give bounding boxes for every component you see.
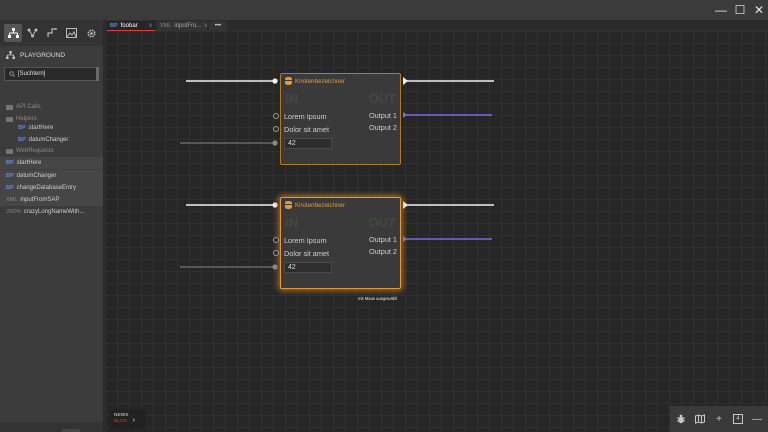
collapse-icon[interactable]: — xyxy=(749,411,765,427)
file-item[interactable]: BP startHere xyxy=(0,157,103,169)
search-icon xyxy=(9,71,15,77)
tab-prefix: XML xyxy=(160,23,172,29)
close-tab-icon[interactable]: x xyxy=(204,23,207,29)
value-field[interactable]: 42 xyxy=(284,138,332,149)
close-tab-icon[interactable]: x xyxy=(149,23,152,29)
playground-label: PLAYGROUND xyxy=(20,51,66,59)
input-2-label: Dolor sit amet xyxy=(284,249,330,258)
ghost-in-label: IN xyxy=(285,91,298,106)
zoom-level-button[interactable]: 4 xyxy=(730,411,746,427)
input-1-pin[interactable] xyxy=(273,113,279,119)
file-type-prefix: JSON xyxy=(6,209,21,215)
ghost-in-label: IN xyxy=(285,215,298,230)
sidebar-footer: ••• xyxy=(0,422,103,432)
output-2-label: Output 2 xyxy=(369,123,397,132)
news-blog-button[interactable]: NEWS BLOG › xyxy=(110,409,146,429)
tab-foobar[interactable]: BP foobar x xyxy=(107,21,155,31)
input-1-pin[interactable] xyxy=(273,237,279,243)
blog-label: BLOG xyxy=(114,419,128,424)
output-1-label: Output 1 xyxy=(369,111,397,120)
file-item[interactable]: BP datumChanger xyxy=(0,170,103,182)
sidebar-toolbar xyxy=(0,20,103,46)
input-2-pin[interactable] xyxy=(273,126,279,132)
folder-icon xyxy=(6,148,13,154)
close-window-button[interactable]: ✕ xyxy=(750,2,768,18)
file-type-prefix: BP xyxy=(6,185,14,191)
left-sidebar: PLAYGROUND [Suchtern] API Calls Helpers BP… xyxy=(0,20,103,432)
file-item[interactable]: JSON crazyLongNameWith... xyxy=(0,206,103,218)
add-node-icon[interactable]: + xyxy=(711,411,727,427)
output-2-label: Output 2 xyxy=(369,247,397,256)
title-bar: — ☐ ✕ xyxy=(0,0,768,20)
bug-icon[interactable] xyxy=(673,411,689,427)
news-blog-label: NEWS BLOG xyxy=(114,413,128,425)
zoom-counter: 4 xyxy=(733,414,743,424)
file-type-prefix: BP xyxy=(6,160,14,166)
tree-item-label: inputFromSAP xyxy=(20,197,60,203)
map-icon[interactable] xyxy=(692,411,708,427)
node-title: Knotenbezeichner xyxy=(295,77,345,85)
node-title: Knotenbezeichner xyxy=(295,201,345,209)
selection-status: mit Maus ausgewählt xyxy=(358,296,398,301)
tree-item-label: WebRequests xyxy=(16,148,54,154)
folder-icon xyxy=(6,116,13,122)
minimize-button[interactable]: — xyxy=(712,2,730,18)
file-item[interactable]: BP startHere xyxy=(0,122,103,134)
file-type-prefix: BP xyxy=(6,173,14,179)
gear-icon[interactable] xyxy=(82,24,100,42)
file-type-prefix: BP xyxy=(18,137,26,143)
folder-item[interactable]: API Calls xyxy=(0,101,103,113)
input-2-label: Dolor sit amet xyxy=(284,125,330,134)
folder-item[interactable]: WebRequests xyxy=(0,145,103,157)
tab-prefix: BP xyxy=(110,22,118,29)
tab-bar: BP foobar x XML inputFro... x ••• xyxy=(105,20,768,31)
chevron-right-icon: › xyxy=(132,414,136,424)
sidebar-scrollbar[interactable] xyxy=(96,67,99,81)
node-canvas[interactable] xyxy=(105,31,768,432)
folder-icon xyxy=(6,104,13,110)
ghost-out-label: OUT xyxy=(368,91,396,106)
flow-icon[interactable] xyxy=(43,24,61,42)
file-item[interactable]: BP changeDatabaseEntry xyxy=(0,182,103,194)
tree-item-label: crazyLongNameWith... xyxy=(23,209,85,215)
tree-item-label: datumChanger xyxy=(16,173,57,179)
image-icon[interactable] xyxy=(62,24,80,42)
canvas-toolbar: + 4 — xyxy=(670,406,768,432)
maximize-button[interactable]: ☐ xyxy=(731,2,749,18)
input-2-pin[interactable] xyxy=(273,250,279,256)
search-value: [Suchtern] xyxy=(18,71,46,77)
tree-item-label: startHere xyxy=(16,160,42,166)
tree-item-label: startHere xyxy=(28,125,54,131)
playground-header[interactable]: PLAYGROUND xyxy=(0,47,103,63)
tabs-overflow-button[interactable]: ••• xyxy=(209,21,227,31)
node-header: Knotenbezeichner xyxy=(281,74,400,88)
tree-item-label: changeDatabaseEntry xyxy=(16,185,77,191)
file-type-prefix: XML xyxy=(6,197,18,203)
tab-label: inputFro... xyxy=(174,23,202,29)
node-knotenbezeichner-top[interactable]: Knotenbezeichner IN OUT Lorem Ipsum Dolo… xyxy=(273,73,401,165)
file-type-prefix: BP xyxy=(18,125,26,131)
tab-inputfromsap[interactable]: XML inputFro... x xyxy=(157,21,207,31)
ghost-out-label: OUT xyxy=(368,215,396,230)
search-input[interactable]: [Suchtern] xyxy=(4,67,99,81)
tab-label: foobar xyxy=(120,22,138,29)
file-item[interactable]: XML inputFromSAP xyxy=(0,194,103,206)
output-1-label: Output 1 xyxy=(369,235,397,244)
hierarchy-icon[interactable] xyxy=(4,24,22,42)
node-knotenbezeichner-selected[interactable]: Knotenbezeichner IN OUT Lorem Ipsum Dolo… xyxy=(273,197,401,289)
tree-item-label: API Calls xyxy=(16,104,41,110)
database-icon xyxy=(285,201,292,209)
node-header: Knotenbezeichner xyxy=(281,198,400,212)
database-icon xyxy=(285,77,292,85)
hierarchy-icon xyxy=(6,51,15,59)
input-1-label: Lorem Ipsum xyxy=(284,236,327,245)
tree-item-label: datumChanger xyxy=(28,137,69,143)
graph-icon[interactable] xyxy=(23,24,41,42)
input-1-label: Lorem Ipsum xyxy=(284,112,327,121)
value-field[interactable]: 42 xyxy=(284,262,332,273)
